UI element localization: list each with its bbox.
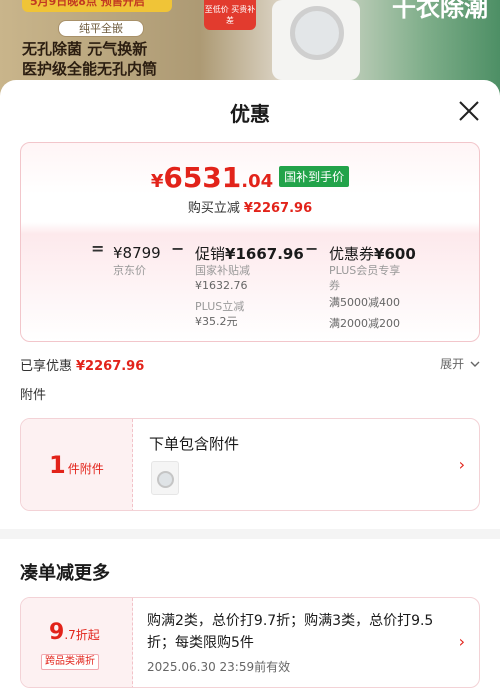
washer-thumbnail [151,461,179,495]
accessory-count-panel: 1 件附件 [21,419,133,510]
promo-discount-panel: 9.7折起 跨品类满折 [21,598,133,687]
final-price: ¥6531.04 [150,161,274,194]
saving-label: 购买立减 [187,201,240,216]
sheet-title: 优惠 [230,102,270,126]
jd-price: ¥8799 [113,244,161,262]
promo-sub-2-amount: ¥35.2元 [195,315,238,328]
saving-amount: ¥2267.96 [243,201,313,216]
banner-line-1: 无孔除菌 元气换新 [22,40,148,58]
chevron-right-icon: › [458,632,465,651]
promo-sub-1-label: 国家补贴减 [195,264,250,277]
accessory-title: 下单包含附件 [149,435,240,453]
promo-type-badge: 跨品类满折 [41,654,99,670]
banner-line-2: 医护级全能无孔内筒 [22,60,158,78]
discount-sheet: 优惠 ¥6531.04 国补到手价 购买立减 ¥2267.96 = ¥8799 京… [0,80,500,688]
promo-validity: 2025.06.30 23:59前有效 [147,660,291,674]
section-divider [0,529,500,539]
presale-strip: 5月9日晚8点 预售开启 [22,0,172,12]
minus-sign: − [171,239,185,258]
enjoyed-discount-row: 已享优惠 ¥2267.96 [20,355,144,374]
price-guarantee-sticker: 至低价 买贵补差 [204,0,256,30]
coupon-sub-1: PLUS会员专享 [329,264,401,277]
accessory-card[interactable]: 1 件附件 下单包含附件 › [20,418,480,511]
chevron-right-icon: › [458,455,465,474]
minus-sign: − [305,239,319,258]
accessory-count: 1 件附件 [49,451,104,479]
equals-sign: = [91,239,105,258]
washer-door [290,6,344,60]
close-icon[interactable] [458,100,480,122]
washer-thumbnail-door [157,471,174,488]
saving-row: 购买立减 ¥2267.96 [21,197,479,216]
jd-price-label: 京东价 [113,264,146,277]
chevron-down-icon [470,361,480,367]
coupon-sub-2: 满5000减400 [329,296,400,309]
promotion-total: 促销¥1667.96 [195,245,304,263]
subsidy-price-badge: 国补到手价 [279,166,350,187]
banner-tag: 纯平全嵌 [58,20,144,37]
promo-discount: 9.7折起 [49,620,100,645]
promo-sub-1-amount: ¥1632.76 [195,279,248,292]
promo-card[interactable]: 9.7折起 跨品类满折 购满2类，总价打9.7折；购满3类，总价打9.5折；每类… [20,597,480,688]
coupon-sub-1b: 券 [329,279,340,292]
accessory-section-label: 附件 [20,388,47,403]
banner-slogan: 干衣除潮 [392,0,488,22]
coupon-sub-3: 满2000减200 [329,317,400,330]
enjoyed-amount: ¥2267.96 [76,359,145,374]
promo-description: 购满2类，总价打9.7折；购满3类，总价打9.5折；每类限购5件 [147,613,434,651]
washer-image [272,0,360,80]
price-breakdown-card: ¥6531.04 国补到手价 购买立减 ¥2267.96 = ¥8799 京东价 … [20,142,480,342]
expand-button[interactable]: 展开 [440,355,480,372]
promo-sub-2-label: PLUS立减 [195,300,245,313]
final-price-row: ¥6531.04 国补到手价 [21,161,479,194]
more-discount-title: 凑单减更多 [20,563,110,584]
coupon-total: 优惠券¥600 [329,245,416,263]
enjoyed-label: 已享优惠 [20,359,73,374]
